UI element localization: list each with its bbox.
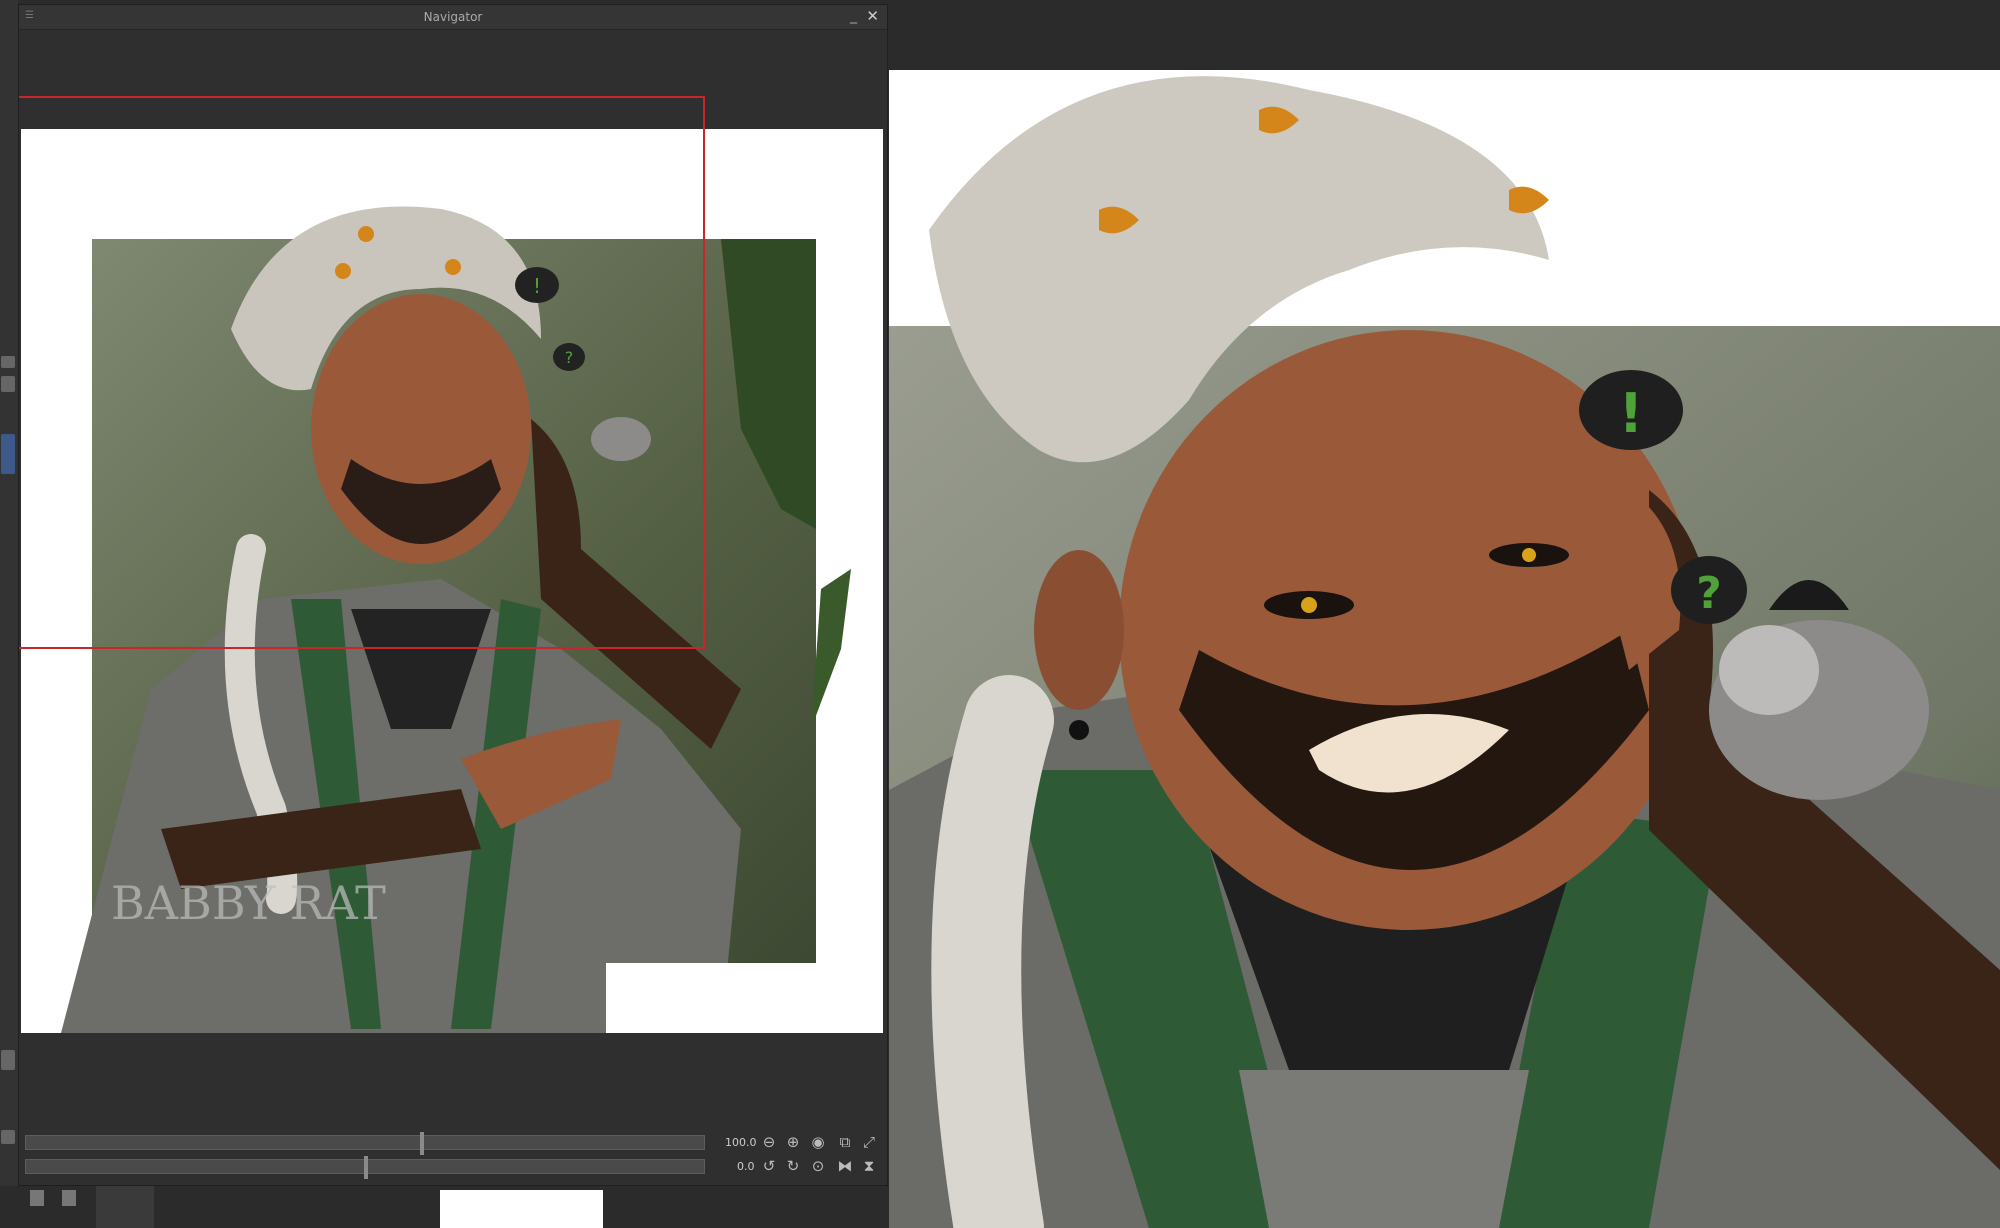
rotate-right-icon[interactable]: ↻ bbox=[784, 1157, 802, 1175]
navigator-title: Navigator bbox=[423, 10, 483, 24]
rotation-value: 0.0 bbox=[737, 1160, 755, 1173]
flip-vertical-icon[interactable]: ⧗ bbox=[860, 1157, 878, 1175]
canvas-top-area bbox=[889, 0, 2000, 70]
rotate-left-icon[interactable]: ↺ bbox=[760, 1157, 778, 1175]
bubble-question: ? bbox=[1696, 568, 1722, 619]
lock-icon[interactable] bbox=[1, 376, 15, 392]
flip-horizontal-icon[interactable]: ⧓ bbox=[836, 1157, 854, 1175]
tool-icon[interactable] bbox=[30, 1190, 44, 1206]
left-panel-strip bbox=[0, 0, 18, 1228]
fit-icon[interactable]: ◉ bbox=[809, 1133, 827, 1151]
navigator-window: ☰ Navigator _ ✕ ! ? BABBY RAT 100.0 ⊖ ⊕ … bbox=[18, 4, 888, 1186]
signature: BABBY RAT bbox=[111, 876, 386, 930]
zoom-value: 100.0 bbox=[725, 1136, 757, 1149]
view-area-rectangle[interactable] bbox=[19, 96, 705, 649]
fit-window-icon[interactable]: ⤢ bbox=[860, 1133, 878, 1151]
close-icon[interactable]: ✕ bbox=[866, 7, 879, 25]
actual-size-icon[interactable]: ⧉ bbox=[836, 1133, 854, 1151]
navigator-title-bar[interactable]: ☰ Navigator _ ✕ bbox=[19, 5, 887, 30]
minimize-icon[interactable]: _ bbox=[850, 8, 857, 24]
selected-item-marker[interactable] bbox=[1, 434, 15, 474]
tool-icon[interactable] bbox=[1, 1050, 15, 1070]
layer-icon[interactable] bbox=[1, 356, 15, 368]
zoom-slider-knob[interactable] bbox=[420, 1132, 424, 1155]
zoom-slider[interactable] bbox=[25, 1132, 705, 1155]
artwork-zoomed: ! ? bbox=[889, 76, 2000, 1228]
zoom-out-icon[interactable]: ⊖ bbox=[760, 1133, 778, 1151]
tool-icon[interactable] bbox=[62, 1190, 76, 1206]
reset-rotation-icon[interactable]: ⊙ bbox=[809, 1157, 827, 1175]
bottom-toolbar bbox=[0, 1186, 889, 1228]
text-tool-icon[interactable] bbox=[1, 1130, 15, 1144]
rotation-slider-knob[interactable] bbox=[364, 1156, 368, 1179]
main-canvas[interactable]: ! ? bbox=[889, 70, 2000, 1228]
panel-tab[interactable] bbox=[96, 1186, 154, 1228]
zoom-in-icon[interactable]: ⊕ bbox=[784, 1133, 802, 1151]
bubble-exclamation: ! bbox=[1619, 382, 1644, 445]
rotation-slider[interactable] bbox=[25, 1156, 705, 1179]
canvas-edge bbox=[440, 1190, 603, 1228]
